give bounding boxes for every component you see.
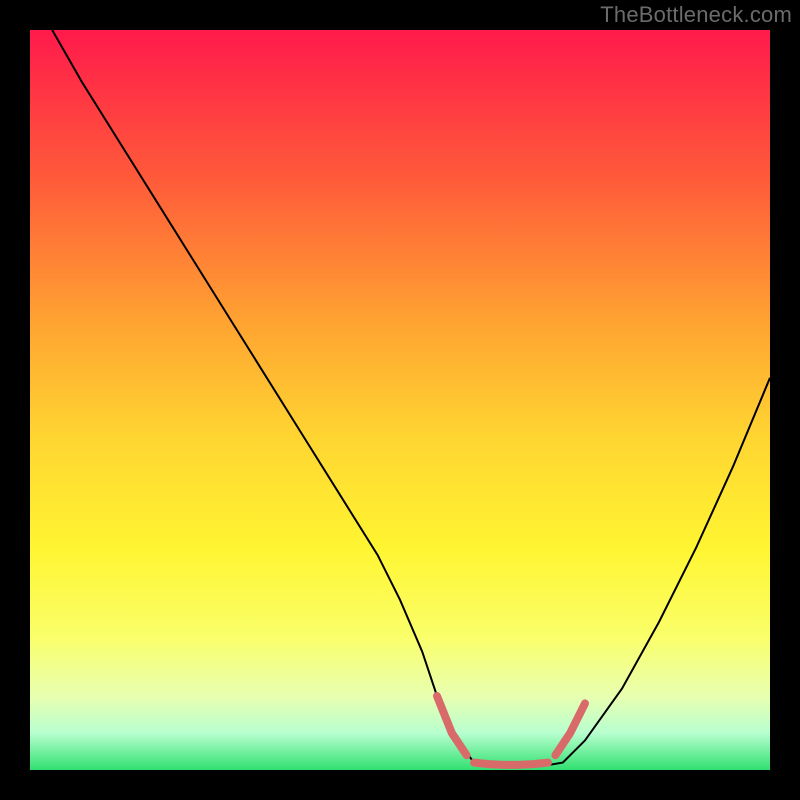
chart-svg <box>30 30 770 770</box>
highlight-band <box>474 763 548 765</box>
plot-area <box>30 30 770 770</box>
watermark-text: TheBottleneck.com <box>600 2 792 28</box>
gradient-background <box>30 30 770 770</box>
chart-container: TheBottleneck.com <box>0 0 800 800</box>
